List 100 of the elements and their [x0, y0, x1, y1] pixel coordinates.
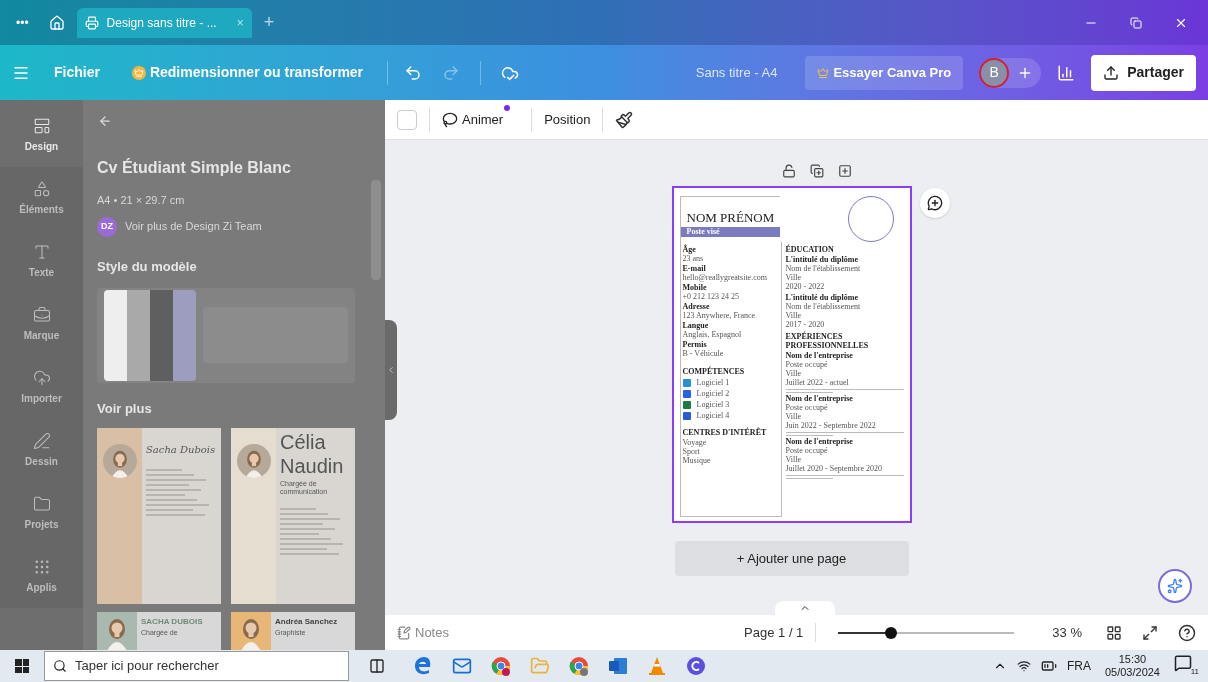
collapse-handle[interactable] [385, 320, 397, 420]
duplicate-icon[interactable] [809, 164, 824, 178]
template-name: Célia [280, 432, 327, 452]
page-indicator[interactable]: Page 1 / 1 [732, 622, 817, 643]
search-input[interactable]: Taper ici pour rechercher [75, 656, 340, 676]
school-name: Nom de l'établissement [785, 264, 862, 273]
home-icon[interactable] [48, 14, 65, 31]
sidebar-item[interactable]: Texte [0, 230, 83, 293]
document-title[interactable]: Sans titre - A4 [695, 62, 778, 83]
add-page-icon[interactable] [837, 164, 852, 178]
job-dates: Juin 2022 - Septembre 2022 [785, 421, 877, 430]
cloud-upload-icon [32, 369, 51, 387]
briefcase-icon [32, 306, 51, 324]
windows-start-icon[interactable] [15, 659, 29, 673]
job-role: Poste occupé [785, 403, 829, 412]
chrome-icon[interactable] [569, 656, 589, 676]
new-tab-button[interactable]: + [263, 9, 275, 36]
language-indicator[interactable]: FRA [1066, 657, 1091, 675]
pen-icon [32, 432, 51, 450]
clock-time[interactable]: 15:30 [1118, 653, 1147, 666]
grid-icon [32, 558, 51, 576]
zoom-value: 33 % [1052, 623, 1082, 642]
animate-button[interactable]: Animer [442, 103, 512, 136]
sidebar-item[interactable]: Projets [0, 482, 83, 545]
search-icon [53, 659, 67, 673]
shapes-icon [32, 180, 51, 198]
company-name: Nom de l'entreprise [785, 394, 854, 403]
layout-icon [32, 117, 51, 135]
add-page-button[interactable]: + Ajouter une page [674, 541, 909, 576]
degree-title: L'intitulé du diplôme [785, 255, 859, 264]
section-heading: EXPÉRIENCES PROFESSIONNELLES [785, 332, 870, 350]
magic-button[interactable] [1158, 569, 1192, 603]
zoom-thumb[interactable] [885, 626, 898, 639]
school-city: Ville [785, 273, 802, 282]
notification-icon[interactable] [1174, 654, 1192, 672]
user-avatar[interactable]: B [979, 57, 1010, 88]
detail-label: Langue [682, 321, 710, 330]
wifi-icon[interactable] [1016, 659, 1031, 673]
battery-icon[interactable] [1040, 658, 1057, 674]
section-title: Voir plus [97, 399, 153, 418]
color-picker[interactable] [397, 109, 417, 130]
company-name: Nom de l'entreprise [785, 437, 854, 446]
detail-label: Mobile [682, 283, 708, 292]
detail-value: hello@reallygreatsite.com [682, 273, 768, 282]
sparkle-icon [1167, 578, 1183, 594]
detail-label: Permis [682, 340, 708, 349]
back-icon[interactable] [97, 114, 113, 129]
browser-tab[interactable]: Design sans titre - ... × [76, 7, 252, 38]
detail-value: 123 Anywhere, France [682, 311, 757, 320]
grid-view-icon[interactable] [1106, 624, 1122, 641]
sidebar-item[interactable]: Marque [0, 293, 83, 356]
mail-icon[interactable] [452, 656, 472, 676]
school-city: Ville [785, 311, 802, 320]
detail-value: 23 ans [682, 254, 705, 263]
tab-title: Design sans titre - ... [106, 14, 217, 32]
crown-icon [131, 65, 146, 80]
restore-icon[interactable] [1130, 16, 1142, 29]
template-thumbnail[interactable]: Sacha Dubois [97, 428, 221, 604]
file-menu[interactable]: Fichier [38, 62, 116, 83]
notes-button[interactable]: Notes [397, 622, 449, 643]
detail-value: B - Véhicule [682, 349, 725, 358]
document-page[interactable] [671, 186, 912, 523]
interest-item: Voyage [682, 438, 708, 447]
chrome-icon[interactable] [491, 656, 511, 676]
comment-button[interactable] [919, 188, 950, 218]
job-role: Poste occupé [785, 360, 829, 369]
canva-icon[interactable] [686, 656, 706, 676]
detail-label: Âge [682, 245, 697, 254]
position-button[interactable]: Position [544, 109, 591, 130]
job-city: Ville [785, 412, 802, 421]
author-link[interactable]: Voir plus de Design Zi Team [125, 218, 262, 235]
detail-value: Anglais, Espagnol [682, 330, 743, 339]
taskbar-search-field[interactable]: Taper ici pour rechercher [44, 651, 349, 681]
lock-icon[interactable] [781, 164, 796, 178]
job-city: Ville [785, 455, 802, 464]
section-heading: ÉDUCATION [785, 245, 835, 254]
school-name: Nom de l'établissement [785, 302, 862, 311]
chart-icon[interactable] [1057, 63, 1076, 82]
share-button[interactable]: Partager [1091, 54, 1196, 91]
help-icon[interactable] [1178, 623, 1196, 642]
fullscreen-icon[interactable] [1142, 624, 1158, 641]
folder-icon [32, 495, 51, 513]
template-title: Cv Étudiant Simple Blanc [97, 157, 292, 179]
sidebar-item[interactable]: Dessin [0, 419, 83, 482]
school-dates: 2020 - 2022 [785, 282, 826, 291]
clock-date[interactable]: 05/03/2024 [1104, 666, 1160, 679]
job-dates: Juillet 2020 - Septembre 2020 [785, 464, 883, 473]
style-card[interactable] [97, 288, 355, 383]
tab-close[interactable]: × [236, 13, 244, 32]
menu-dots[interactable]: ••• [8, 13, 37, 32]
browser-icon[interactable] [413, 656, 433, 676]
sidebar-item[interactable]: Éléments [0, 167, 83, 230]
sidebar-item[interactable]: Importer [0, 356, 83, 419]
sidebar-item[interactable]: Applis [0, 545, 83, 608]
task-view-icon[interactable] [369, 658, 385, 674]
chevron-icon [386, 365, 396, 375]
try-pro-button[interactable]: Essayer Canva Pro [805, 55, 964, 90]
school-dates: 2017 - 2020 [785, 320, 826, 329]
resize-button[interactable]: Redimensionner ou transformer [123, 62, 372, 83]
undo-icon[interactable] [404, 63, 423, 82]
